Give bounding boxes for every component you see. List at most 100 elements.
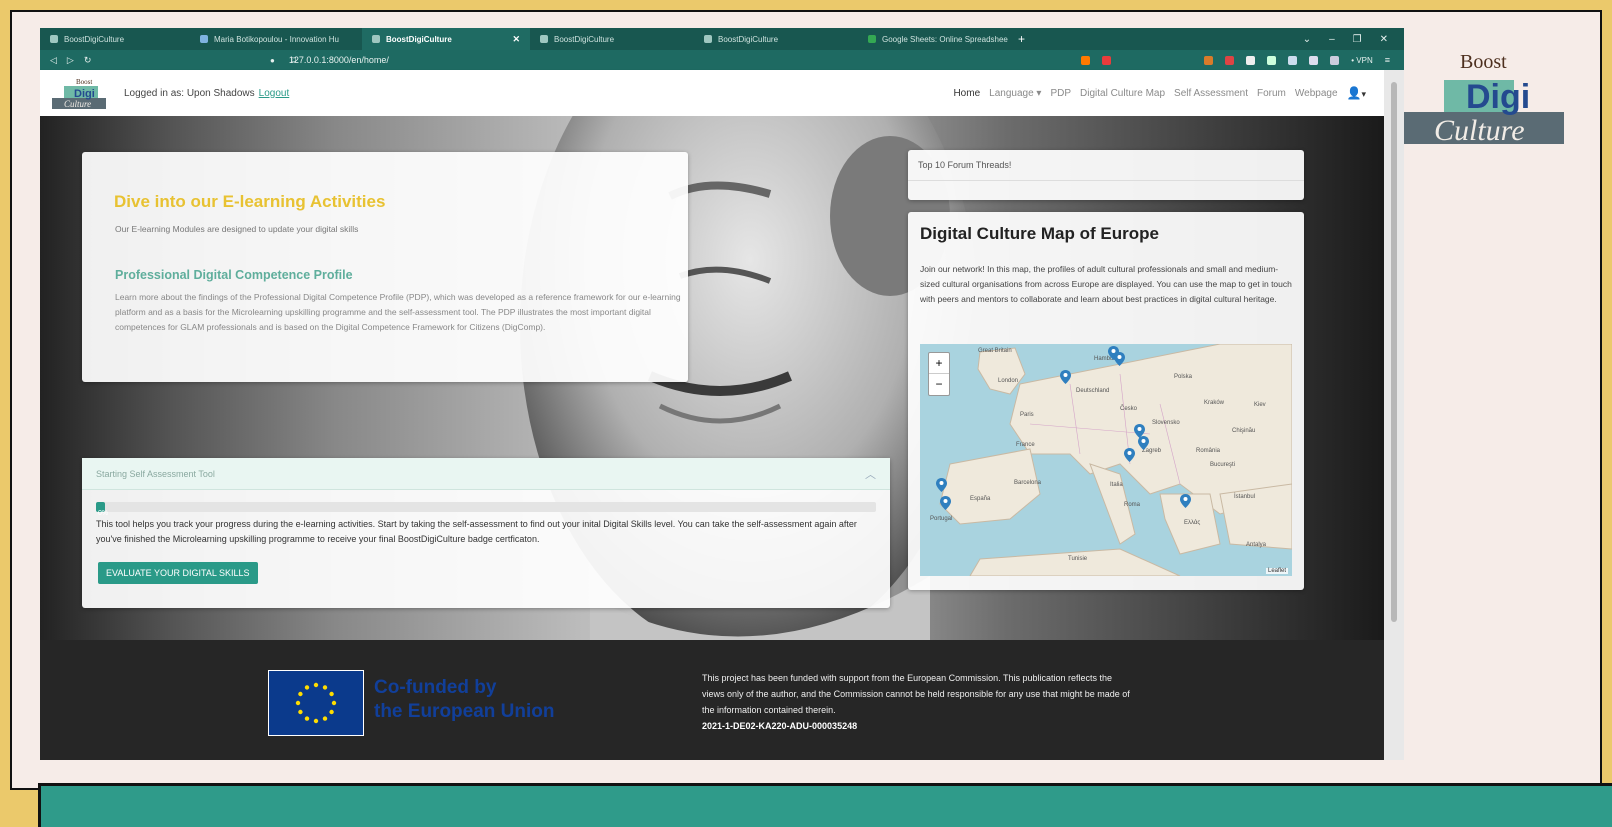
map-label: Barcelona (1014, 480, 1042, 486)
map-marker-icon[interactable] (1124, 448, 1135, 462)
nav-home[interactable]: Home (953, 88, 980, 99)
progress-fill: 0% (96, 502, 108, 517)
leaflet-attribution[interactable]: Leaflet (1265, 568, 1288, 574)
wallet-icon[interactable] (1330, 55, 1340, 65)
scrollbar-thumb[interactable] (1391, 82, 1397, 622)
map-label: Paris (1020, 412, 1034, 418)
map-label: Slovensko (1152, 420, 1180, 426)
new-tab-button[interactable]: + (1008, 28, 1038, 50)
map-marker-icon[interactable] (940, 496, 951, 510)
browser-tab[interactable]: Maria Botikopoulou - Innovation Hu (190, 28, 362, 50)
map-marker-icon[interactable] (1138, 436, 1149, 450)
map-label: Česko (1120, 406, 1138, 412)
nav-language-dropdown[interactable]: Language ▾ (989, 88, 1041, 99)
eu-star (322, 716, 328, 721)
map-marker-icon[interactable] (1180, 494, 1191, 508)
site-info-icon[interactable]: ● (270, 56, 275, 65)
map-marker-icon[interactable] (1114, 352, 1125, 366)
browser-tab[interactable]: BoostDigiCulture (530, 28, 694, 50)
pdp-description: Learn more about the findings of the Pro… (115, 292, 681, 332)
eu-text-line1: Co-funded by (374, 677, 497, 698)
extension-icon[interactable] (1204, 55, 1214, 65)
eu-star (295, 700, 301, 706)
map-label: İstanbul (1234, 494, 1256, 500)
eu-star (331, 700, 337, 706)
favicon-icon (704, 35, 712, 43)
pdp-title[interactable]: Professional Digital Competence Profile (115, 268, 353, 282)
eu-star (313, 718, 319, 724)
map-label: London (998, 378, 1019, 384)
user-menu[interactable]: 👤▾ (1347, 86, 1366, 100)
progress-bar: 0% (96, 502, 876, 517)
nav-self-assessment[interactable]: Self Assessment (1174, 88, 1248, 99)
eu-text-line2: the European Union (374, 701, 555, 722)
extension-icon[interactable] (1225, 55, 1235, 65)
map-label: Bucureşti (1210, 462, 1236, 468)
tab-bar: BoostDigiCulture Maria Botikopoulou - In… (40, 28, 1404, 50)
reading-list-icon[interactable] (1267, 55, 1277, 65)
map-label: Portugal (930, 516, 953, 522)
map-label: Chişinău (1232, 428, 1256, 434)
eu-star (298, 709, 303, 715)
sidebar-icon[interactable] (1309, 55, 1319, 65)
tab-list-icon[interactable]: ⌄ (1303, 34, 1311, 45)
brave-rewards-icon[interactable] (1102, 55, 1112, 65)
favicon-icon (50, 35, 58, 43)
browser-tab[interactable]: BoostDigiCulture (694, 28, 858, 50)
chevron-up-icon[interactable]: ︿ (865, 466, 876, 482)
logout-link[interactable]: Logout (259, 88, 290, 99)
map-label: România (1196, 448, 1221, 454)
page-scrollbar[interactable] (1384, 70, 1404, 760)
map-marker-icon[interactable] (936, 478, 947, 492)
elearning-title[interactable]: Dive into our E-learning Activities (114, 192, 385, 212)
map-label: Roma (1124, 502, 1141, 508)
nav-webpage[interactable]: Webpage (1295, 88, 1338, 99)
favicon-icon (372, 35, 380, 43)
europe-map[interactable]: Great Britain London Hamburg Polska Deut… (920, 344, 1292, 576)
brave-shield-icon[interactable] (1081, 55, 1091, 65)
eu-star (313, 682, 319, 688)
extension-icon[interactable] (1246, 55, 1256, 65)
hero-section: Dive into our E-learning Activities Our … (40, 116, 1384, 640)
map-marker-icon[interactable] (1060, 370, 1071, 384)
browser-tab[interactable]: BoostDigiCulture (40, 28, 190, 50)
map-label: Ελλάς (1184, 520, 1201, 526)
digital-culture-map-card: Digital Culture Map of Europe Join our n… (908, 212, 1304, 590)
eu-star (304, 685, 310, 690)
download-icon[interactable] (1288, 55, 1298, 65)
menu-icon[interactable]: ≡ (1385, 55, 1390, 65)
vpn-button[interactable]: • VPN (1351, 56, 1372, 65)
nav-digital-culture-map[interactable]: Digital Culture Map (1080, 88, 1165, 99)
map-card-description: Join our network! In this map, the profi… (920, 264, 1292, 304)
self-assessment-header-label: Starting Self Assessment Tool (96, 468, 215, 479)
close-tab-icon[interactable]: ✕ (512, 34, 520, 45)
forum-card: Top 10 Forum Threads! (908, 150, 1304, 200)
back-icon[interactable]: ◁ (50, 55, 57, 66)
forum-card-title: Top 10 Forum Threads! (908, 150, 1304, 181)
url-field[interactable]: 127.0.0.1:8000/en/home/ (289, 55, 389, 65)
forward-icon[interactable]: ▷ (67, 55, 74, 66)
close-window-icon[interactable]: ✕ (1380, 34, 1388, 45)
eu-star (322, 685, 328, 690)
nav-pdp[interactable]: PDP (1050, 88, 1071, 99)
browser-tab[interactable]: Google Sheets: Online Spreadsheet E (858, 28, 1008, 50)
nav-forum[interactable]: Forum (1257, 88, 1286, 99)
tab-label: BoostDigiCulture (64, 34, 125, 44)
maximize-icon[interactable]: ❐ (1353, 34, 1362, 45)
self-assessment-header[interactable]: Starting Self Assessment Tool ︿ (82, 458, 890, 490)
evaluate-digital-skills-button[interactable]: EVALUATE YOUR DIGITAL SKILLS (98, 562, 258, 584)
eu-cofunded-text: Co-funded by the European Union (374, 676, 594, 724)
eu-star (298, 691, 303, 697)
minimize-icon[interactable]: – (1329, 34, 1335, 45)
zoom-in-button[interactable]: + (929, 353, 949, 374)
reload-icon[interactable]: ↻ (84, 55, 92, 66)
zoom-out-button[interactable]: − (935, 377, 942, 391)
map-label: Deutschland (1076, 388, 1110, 394)
browser-tab-active[interactable]: BoostDigiCulture ✕ (362, 28, 530, 50)
map-label: Great Britain (978, 348, 1012, 354)
nav-links: Home Language ▾ PDP Digital Culture Map … (953, 86, 1384, 100)
favicon-icon (540, 35, 548, 43)
extension-icon[interactable] (1183, 56, 1192, 65)
site-logo[interactable]: Boost Digi Culture (50, 76, 112, 110)
svg-text:Culture: Culture (1434, 114, 1525, 147)
